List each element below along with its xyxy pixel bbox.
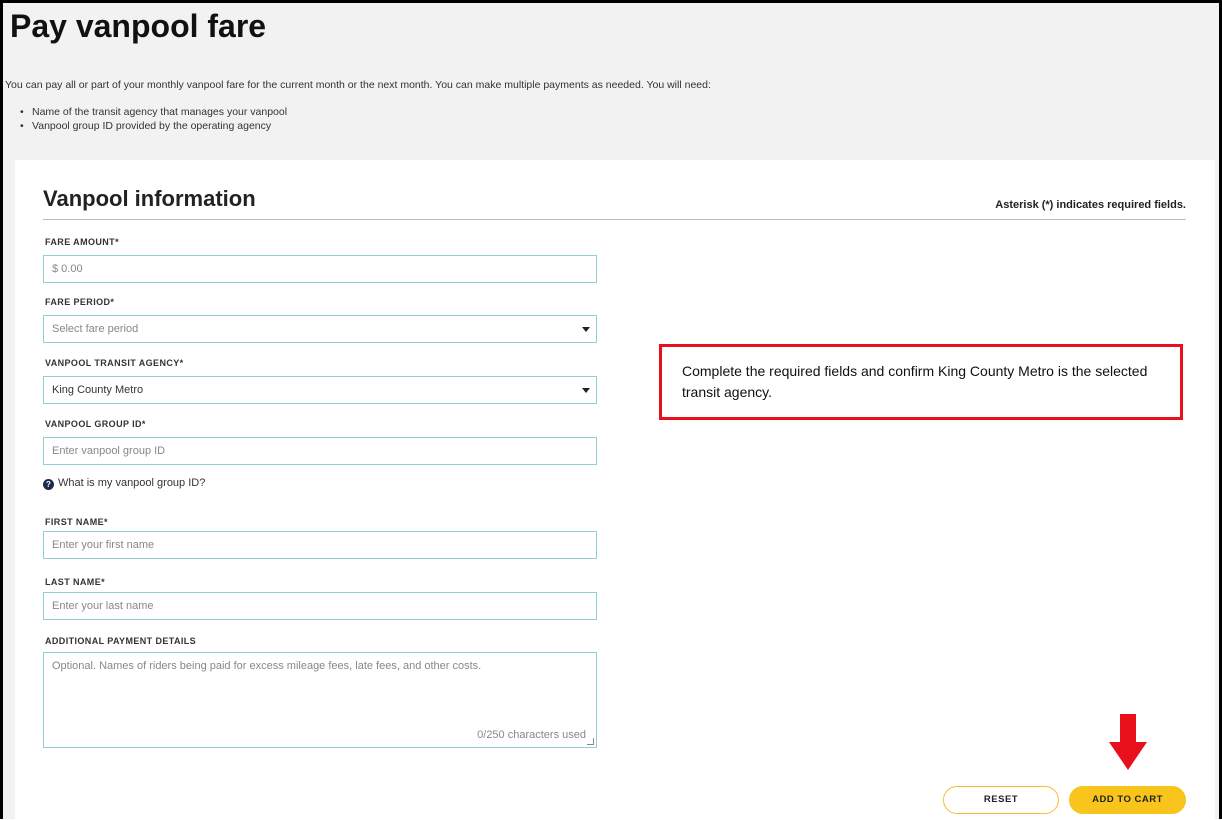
requirement-item: Vanpool group ID provided by the operati… bbox=[20, 119, 287, 133]
chevron-down-icon bbox=[582, 388, 590, 393]
add-to-cart-button[interactable]: ADD TO CART bbox=[1069, 786, 1186, 814]
section-divider bbox=[43, 219, 1186, 220]
fare-amount-label: FARE AMOUNT* bbox=[45, 237, 119, 247]
fare-period-label: FARE PERIOD* bbox=[45, 297, 115, 307]
character-counter: 0/250 characters used bbox=[477, 729, 586, 741]
agency-select[interactable]: King County Metro bbox=[43, 376, 597, 404]
section-title: Vanpool information bbox=[43, 186, 256, 211]
fare-amount-input[interactable]: $ 0.00 bbox=[43, 255, 597, 283]
requirement-item: Name of the transit agency that manages … bbox=[20, 105, 287, 119]
down-arrow-icon bbox=[1109, 714, 1147, 770]
group-id-label: VANPOOL GROUP ID* bbox=[45, 419, 146, 429]
resize-handle[interactable] bbox=[587, 738, 594, 745]
group-id-help-link[interactable]: ? What is my vanpool group ID? bbox=[43, 477, 205, 490]
help-link-text: What is my vanpool group ID? bbox=[58, 477, 206, 489]
group-id-input[interactable]: Enter vanpool group ID bbox=[43, 437, 597, 465]
agency-label: VANPOOL TRANSIT AGENCY* bbox=[45, 358, 184, 368]
last-name-input[interactable]: Enter your last name bbox=[43, 592, 597, 620]
reset-button[interactable]: RESET bbox=[943, 786, 1059, 814]
last-name-label: LAST NAME* bbox=[45, 577, 105, 587]
chevron-down-icon bbox=[582, 327, 590, 332]
first-name-label: FIRST NAME* bbox=[45, 517, 108, 527]
question-icon: ? bbox=[43, 479, 54, 490]
page-title: Pay vanpool fare bbox=[10, 8, 267, 44]
instruction-callout: Complete the required fields and confirm… bbox=[659, 344, 1183, 420]
required-note: Asterisk (*) indicates required fields. bbox=[995, 199, 1186, 211]
agency-value: King County Metro bbox=[52, 384, 144, 396]
intro-text: You can pay all or part of your monthly … bbox=[5, 79, 711, 91]
details-label: ADDITIONAL PAYMENT DETAILS bbox=[45, 636, 197, 646]
details-placeholder: Optional. Names of riders being paid for… bbox=[52, 660, 482, 672]
requirements-list: Name of the transit agency that manages … bbox=[20, 105, 287, 133]
details-textarea[interactable]: Optional. Names of riders being paid for… bbox=[43, 652, 597, 748]
fare-period-select[interactable]: Select fare period bbox=[43, 315, 597, 343]
fare-period-placeholder: Select fare period bbox=[52, 323, 139, 335]
first-name-input[interactable]: Enter your first name bbox=[43, 531, 597, 559]
